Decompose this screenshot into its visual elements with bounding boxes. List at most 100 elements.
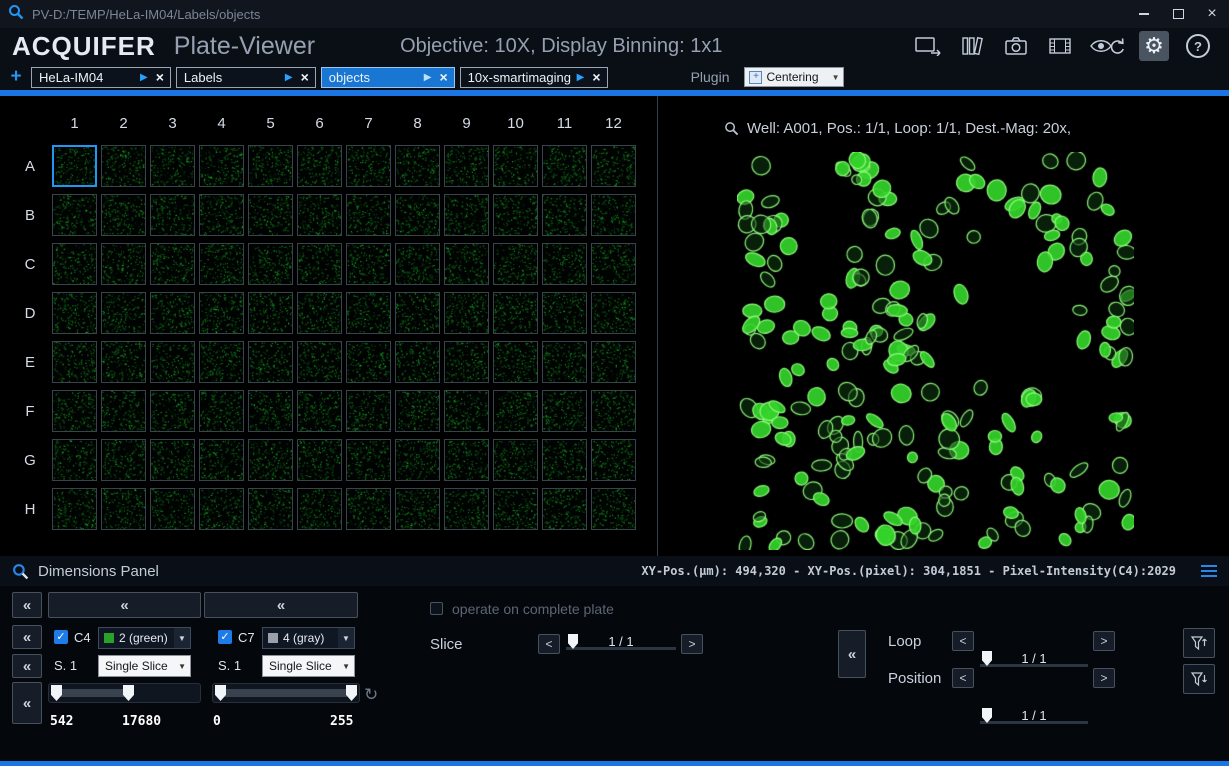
well-D12[interactable] — [591, 292, 636, 334]
well-E12[interactable] — [591, 341, 636, 383]
well-E2[interactable] — [101, 341, 146, 383]
well-C1[interactable] — [52, 243, 97, 285]
tab-close-icon[interactable]: × — [295, 70, 315, 84]
well-G5[interactable] — [248, 439, 293, 481]
well-H11[interactable] — [542, 488, 587, 530]
well-B3[interactable] — [150, 194, 195, 236]
well-H4[interactable] — [199, 488, 244, 530]
well-D2[interactable] — [101, 292, 146, 334]
well-A12[interactable] — [591, 145, 636, 187]
well-B8[interactable] — [395, 194, 440, 236]
well-G11[interactable] — [542, 439, 587, 481]
well-E3[interactable] — [150, 341, 195, 383]
snapshot-button[interactable] — [1001, 31, 1031, 61]
tab-hela-im04[interactable]: HeLa-IM04 ▶ × — [31, 67, 171, 88]
well-F11[interactable] — [542, 390, 587, 432]
well-H3[interactable] — [150, 488, 195, 530]
well-E4[interactable] — [199, 341, 244, 383]
well-C7[interactable] — [346, 243, 391, 285]
position-next-button[interactable]: > — [1093, 668, 1115, 688]
menu-icon[interactable] — [1201, 565, 1217, 577]
minimize-button[interactable] — [1127, 0, 1161, 28]
well-D11[interactable] — [542, 292, 587, 334]
tab-10x-smartimaging[interactable]: 10x-smartimaging ▶ × — [460, 67, 608, 88]
slice-next-button[interactable]: > — [681, 634, 703, 654]
slice-slider[interactable]: 1 / 1 — [566, 634, 676, 654]
well-H9[interactable] — [444, 488, 489, 530]
screenshot-export-button[interactable] — [913, 31, 943, 61]
operate-complete-plate-checkbox[interactable] — [430, 602, 443, 615]
well-B12[interactable] — [591, 194, 636, 236]
well-H6[interactable] — [297, 488, 342, 530]
well-G6[interactable] — [297, 439, 342, 481]
well-G12[interactable] — [591, 439, 636, 481]
add-dataset-button[interactable]: + — [6, 66, 26, 88]
settings-button[interactable]: ⚙ — [1139, 31, 1169, 61]
well-H8[interactable] — [395, 488, 440, 530]
well-E10[interactable] — [493, 341, 538, 383]
well-D7[interactable] — [346, 292, 391, 334]
well-G1[interactable] — [52, 439, 97, 481]
channel-c4-slicemode-dropdown[interactable]: Single Slice ▼ — [98, 655, 191, 677]
position-slider[interactable]: 1 / 1 — [980, 708, 1088, 728]
well-A9[interactable] — [444, 145, 489, 187]
well-F6[interactable] — [297, 390, 342, 432]
well-B9[interactable] — [444, 194, 489, 236]
channel-c7-checkbox[interactable]: ✓ — [218, 630, 232, 644]
display-refresh-button[interactable] — [1089, 31, 1125, 61]
well-H2[interactable] — [101, 488, 146, 530]
well-H5[interactable] — [248, 488, 293, 530]
preview-image[interactable] — [737, 152, 1134, 550]
well-A1[interactable] — [52, 145, 97, 187]
well-C10[interactable] — [493, 243, 538, 285]
collapse-button-1[interactable]: « — [12, 592, 42, 618]
slice-prev-button[interactable]: < — [538, 634, 560, 654]
well-F4[interactable] — [199, 390, 244, 432]
channel-c7-lut-dropdown[interactable]: 4 (gray) ▼ — [262, 627, 355, 649]
well-F8[interactable] — [395, 390, 440, 432]
tab-close-icon[interactable]: × — [586, 70, 606, 84]
well-B6[interactable] — [297, 194, 342, 236]
well-A8[interactable] — [395, 145, 440, 187]
well-B2[interactable] — [101, 194, 146, 236]
well-C12[interactable] — [591, 243, 636, 285]
well-D5[interactable] — [248, 292, 293, 334]
help-button[interactable]: ? — [1183, 31, 1213, 61]
well-D6[interactable] — [297, 292, 342, 334]
channel-1-collapse-button[interactable]: « — [48, 592, 201, 618]
close-button[interactable]: × — [1195, 0, 1229, 28]
well-E7[interactable] — [346, 341, 391, 383]
well-G4[interactable] — [199, 439, 244, 481]
maximize-button[interactable] — [1161, 0, 1195, 28]
well-F7[interactable] — [346, 390, 391, 432]
channel-c4-range-slider[interactable] — [48, 683, 201, 703]
well-A3[interactable] — [150, 145, 195, 187]
well-A7[interactable] — [346, 145, 391, 187]
well-C6[interactable] — [297, 243, 342, 285]
well-B4[interactable] — [199, 194, 244, 236]
well-C9[interactable] — [444, 243, 489, 285]
tab-objects[interactable]: objects ▶ × — [321, 67, 455, 88]
tab-close-icon[interactable]: × — [150, 70, 170, 84]
well-F5[interactable] — [248, 390, 293, 432]
well-F9[interactable] — [444, 390, 489, 432]
well-H10[interactable] — [493, 488, 538, 530]
well-G8[interactable] — [395, 439, 440, 481]
well-E1[interactable] — [52, 341, 97, 383]
well-E8[interactable] — [395, 341, 440, 383]
well-A2[interactable] — [101, 145, 146, 187]
well-D8[interactable] — [395, 292, 440, 334]
range-min-handle[interactable] — [215, 685, 226, 701]
well-A4[interactable] — [199, 145, 244, 187]
tab-close-icon[interactable]: × — [433, 70, 453, 84]
channel-c7-range-slider[interactable] — [212, 683, 360, 703]
well-H7[interactable] — [346, 488, 391, 530]
collapse-button-4[interactable]: « — [12, 682, 42, 724]
well-D10[interactable] — [493, 292, 538, 334]
loop-slider[interactable]: 1 / 1 — [980, 651, 1088, 671]
well-A5[interactable] — [248, 145, 293, 187]
tab-play-icon[interactable]: ▶ — [422, 72, 434, 83]
channel-c4-checkbox[interactable]: ✓ — [54, 630, 68, 644]
well-F10[interactable] — [493, 390, 538, 432]
range-max-handle[interactable] — [346, 685, 357, 701]
